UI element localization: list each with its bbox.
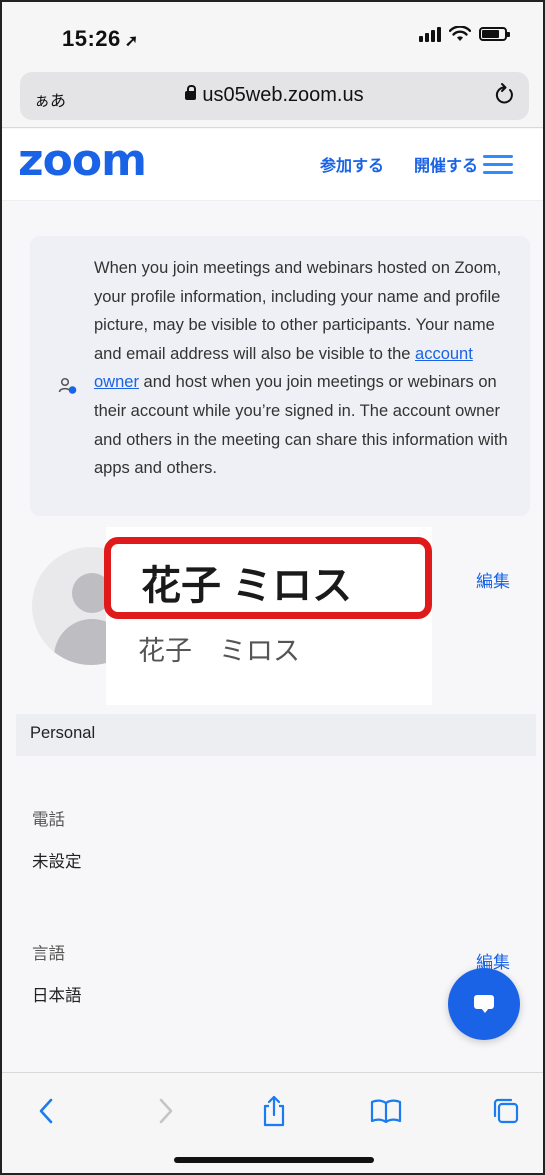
user-info-icon (58, 377, 77, 394)
share-button[interactable] (256, 1093, 292, 1129)
url-display[interactable]: us05web.zoom.us (20, 84, 529, 107)
wifi-icon (449, 26, 471, 41)
back-button[interactable] (28, 1093, 64, 1129)
profile-content: When you join meetings and webinars host… (2, 202, 543, 1072)
tabs-button[interactable] (488, 1093, 524, 1129)
time-text: 15:26 (62, 26, 121, 51)
privacy-notice: When you join meetings and webinars host… (30, 236, 530, 516)
notice-text-end: and host when you join meetings or webin… (94, 373, 508, 478)
phone-screen: 15:26 ➚ ぁあ us05web.zoom.us zoom 参加する 開催す… (0, 0, 545, 1175)
full-name: 花子 ミロス (138, 636, 300, 666)
status-icons (419, 26, 510, 42)
site-header: zoom 参加する 開催する (2, 129, 543, 201)
privacy-notice-text: When you join meetings and webinars host… (94, 254, 514, 483)
browser-address-bar: ぁあ us05web.zoom.us (2, 64, 543, 128)
edit-profile-button[interactable]: 編集 (476, 567, 510, 592)
chevron-left-icon (39, 1098, 53, 1124)
section-title: Personal (30, 724, 96, 742)
chevron-right-icon (159, 1098, 173, 1124)
cellular-signal-icon (419, 26, 441, 42)
chat-button[interactable] (448, 968, 520, 1040)
hamburger-menu-icon[interactable] (483, 155, 513, 175)
book-icon (370, 1099, 402, 1124)
location-arrow-icon: ➚ (124, 33, 139, 50)
share-icon (263, 1095, 285, 1127)
status-time: 15:26 ➚ (62, 26, 139, 52)
language-label: 言語 (32, 945, 65, 963)
url-field[interactable]: ぁあ us05web.zoom.us (20, 72, 529, 120)
url-text: us05web.zoom.us (202, 84, 364, 106)
forward-button[interactable] (148, 1093, 184, 1129)
battery-fill (482, 30, 499, 38)
highlighted-display-name: 花子 ミロス (104, 537, 432, 619)
tabs-icon (493, 1098, 519, 1124)
host-meeting-link[interactable]: 開催する (414, 152, 478, 176)
bookmarks-button[interactable] (368, 1093, 404, 1129)
browser-toolbar (2, 1072, 543, 1173)
battery-icon (479, 27, 510, 41)
language-value: 日本語 (32, 987, 82, 1005)
personal-section-header: Personal (16, 714, 536, 756)
zoom-logo[interactable]: zoom (18, 135, 147, 186)
lock-icon (185, 85, 197, 100)
phone-label: 電話 (32, 811, 65, 829)
reload-icon[interactable] (493, 82, 515, 106)
profile-card: 花子 ミロス 花子 ミロス 編集 (2, 527, 543, 707)
status-bar: 15:26 ➚ (2, 2, 543, 64)
home-indicator[interactable] (174, 1157, 374, 1163)
display-name: 花子 ミロス (141, 564, 353, 608)
phone-value: 未設定 (32, 853, 82, 871)
join-meeting-link[interactable]: 参加する (320, 152, 384, 176)
